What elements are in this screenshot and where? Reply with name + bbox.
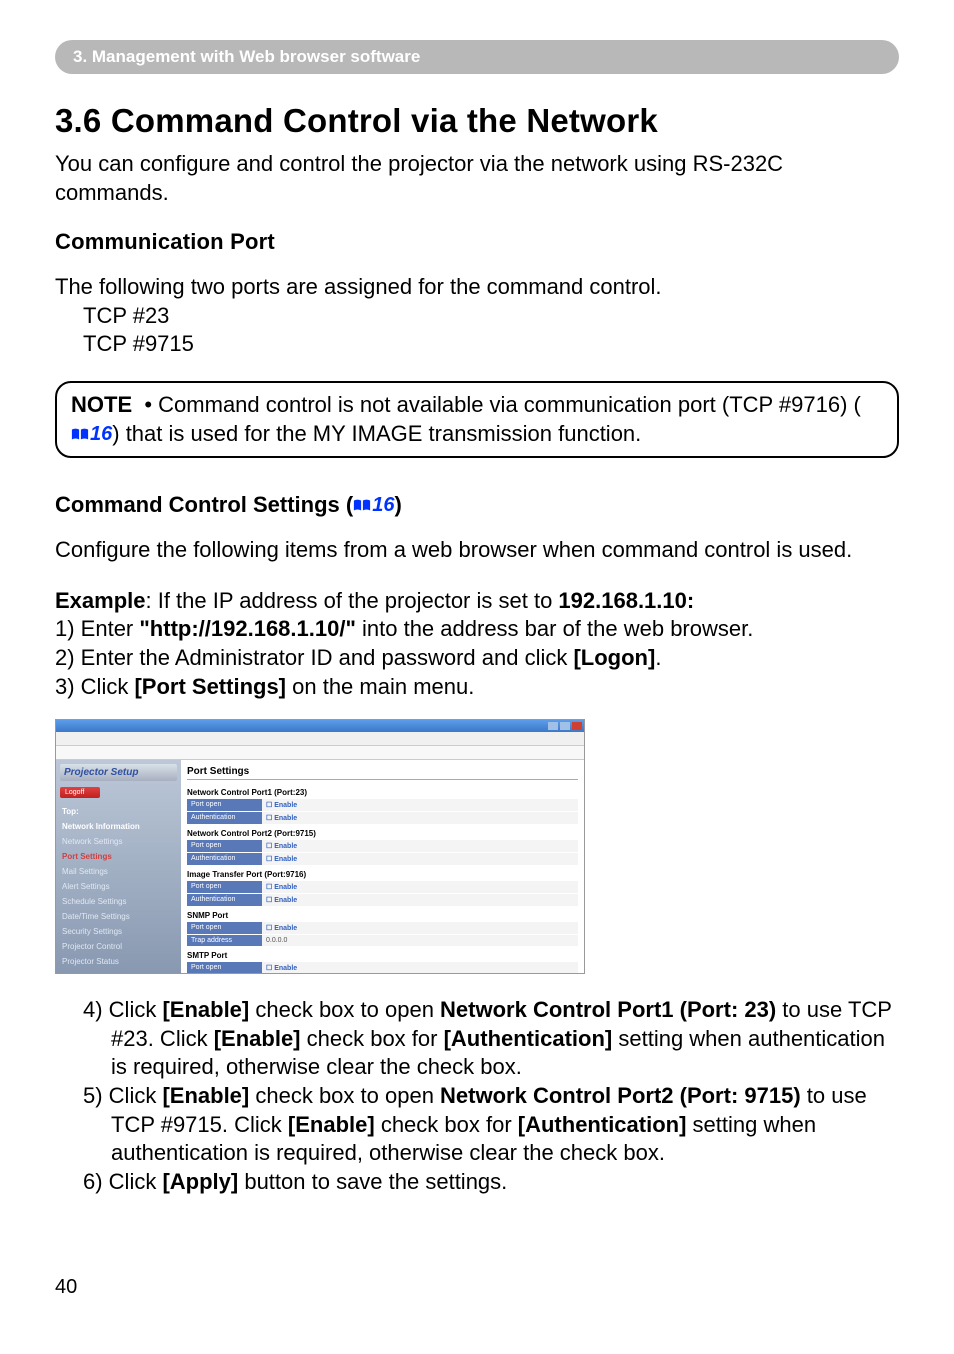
sidebar-stat: Projector Status [60, 954, 177, 969]
row-label: Port open [187, 840, 262, 852]
minimize-icon [548, 722, 558, 730]
note-text-a: • Command control is not available via c… [132, 392, 861, 417]
panel-title: Port Settings [187, 764, 578, 780]
port-settings-panel: Port Settings Network Control Port1 (Por… [181, 760, 584, 974]
row-val: ☐ Enable [262, 881, 578, 893]
sec1-title: Network Control Port1 (Port:23) [187, 784, 578, 799]
row-label: Authentication [187, 812, 262, 824]
step-6: 6) Click [Apply] button to save the sett… [55, 1168, 899, 1197]
sidebar-mail: Mail Settings [60, 864, 177, 879]
example-ip: 192.168.1.10: [558, 588, 694, 613]
tcp-23: TCP #23 [55, 302, 899, 331]
step-5: 5) Click [Enable] check box to open Netw… [55, 1082, 899, 1168]
sidebar-top: Top: [60, 804, 177, 819]
row-label: Authentication [187, 894, 262, 906]
row-label: Port open [187, 962, 262, 974]
step-4: 4) Click [Enable] check box to open Netw… [55, 996, 899, 1082]
sidebar-title: Projector Setup [60, 764, 177, 781]
row-val: ☐ Enable [262, 840, 578, 852]
sec5-title: SMTP Port [187, 947, 578, 962]
step-1: 1) Enter "http://192.168.1.10/" into the… [55, 615, 899, 644]
book-icon [71, 427, 89, 441]
sidebar-netinfo: Network Information [60, 819, 177, 834]
example-label: Example [55, 588, 146, 613]
step1-a: 1) Enter [55, 616, 139, 641]
page-ref-number-b: 16 [372, 494, 394, 517]
example-rest: : If the IP address of the projector is … [146, 588, 559, 613]
step2-c: . [655, 645, 661, 670]
page-reference-16: 16 [71, 421, 112, 447]
row-val: ☐ Enable [262, 922, 578, 934]
settings-heading-a: Command Control Settings ( [55, 492, 353, 517]
sec4-title: SNMP Port [187, 907, 578, 922]
step3-a: 3) Click [55, 674, 134, 699]
row-val: 0.0.0.0 [262, 935, 578, 946]
sidebar-sched: Schedule Settings [60, 894, 177, 909]
row-label: Authentication [187, 853, 262, 865]
step1-c: into the address bar of the web browser. [356, 616, 753, 641]
sec2-title: Network Control Port2 (Port:9715) [187, 825, 578, 840]
settings-heading-b: ) [394, 492, 401, 517]
page-number: 40 [55, 1276, 899, 1299]
row-label: Port open [187, 922, 262, 934]
row-val: ☐ Enable [262, 894, 578, 906]
sidebar-netset: Network Settings [60, 834, 177, 849]
tcp-9715: TCP #9715 [55, 330, 899, 359]
note-label: NOTE [71, 392, 132, 417]
row-label: Port open [187, 881, 262, 893]
chapter-header-bar: 3. Management with Web browser software [55, 40, 899, 74]
close-icon [572, 722, 582, 730]
page-reference-16-b: 16 [353, 494, 394, 517]
browser-tab-bar [56, 746, 584, 760]
row-val: ☐ Enable [262, 962, 578, 974]
browser-address-bar [56, 732, 584, 746]
row-label: Trap address [187, 935, 262, 946]
sidebar-date: Date/Time Settings [60, 909, 177, 924]
comm-port-intro: The following two ports are assigned for… [55, 273, 899, 302]
settings-intro: Configure the following items from a web… [55, 536, 899, 565]
step3-b: [Port Settings] [134, 674, 286, 699]
step2-a: 2) Enter the Administrator ID and passwo… [55, 645, 573, 670]
sidebar-sec: Security Settings [60, 924, 177, 939]
step1-b: "http://192.168.1.10/" [139, 616, 356, 641]
sidebar-restart: Network Restart [60, 969, 177, 974]
sidebar-alert: Alert Settings [60, 879, 177, 894]
chapter-header-text: 3. Management with Web browser software [73, 47, 420, 66]
step-2: 2) Enter the Administrator ID and passwo… [55, 644, 899, 673]
page-ref-number: 16 [90, 421, 112, 447]
step2-b: [Logon] [573, 645, 655, 670]
note-text-b: ) that is used for the MY IMAGE transmis… [112, 421, 641, 446]
intro-paragraph: You can configure and control the projec… [55, 150, 899, 207]
steps-4-6: 4) Click [Enable] check box to open Netw… [55, 996, 899, 1196]
maximize-icon [560, 722, 570, 730]
row-val: ☐ Enable [262, 853, 578, 865]
logoff-button: Logoff [60, 787, 100, 798]
sec3-title: Image Transfer Port (Port:9716) [187, 866, 578, 881]
command-control-settings-heading: Command Control Settings ( 16) [55, 492, 899, 518]
port-settings-screenshot: Projector Setup Logoff Top: Network Info… [55, 719, 585, 974]
step-3: 3) Click [Port Settings] on the main men… [55, 673, 899, 702]
projector-sidebar: Projector Setup Logoff Top: Network Info… [56, 760, 181, 974]
book-icon [353, 498, 371, 512]
section-heading: 3.6 Command Control via the Network [55, 102, 899, 140]
window-buttons [548, 722, 582, 730]
sidebar-port: Port Settings [60, 849, 177, 864]
sidebar-ctrl: Projector Control [60, 939, 177, 954]
row-val: ☐ Enable [262, 812, 578, 824]
row-val: ☐ Enable [262, 799, 578, 811]
step3-c: on the main menu. [286, 674, 474, 699]
communication-port-heading: Communication Port [55, 229, 899, 255]
note-box: NOTE • Command control is not available … [55, 381, 899, 458]
example-line: Example: If the IP address of the projec… [55, 587, 899, 616]
window-titlebar [56, 720, 584, 732]
row-label: Port open [187, 799, 262, 811]
